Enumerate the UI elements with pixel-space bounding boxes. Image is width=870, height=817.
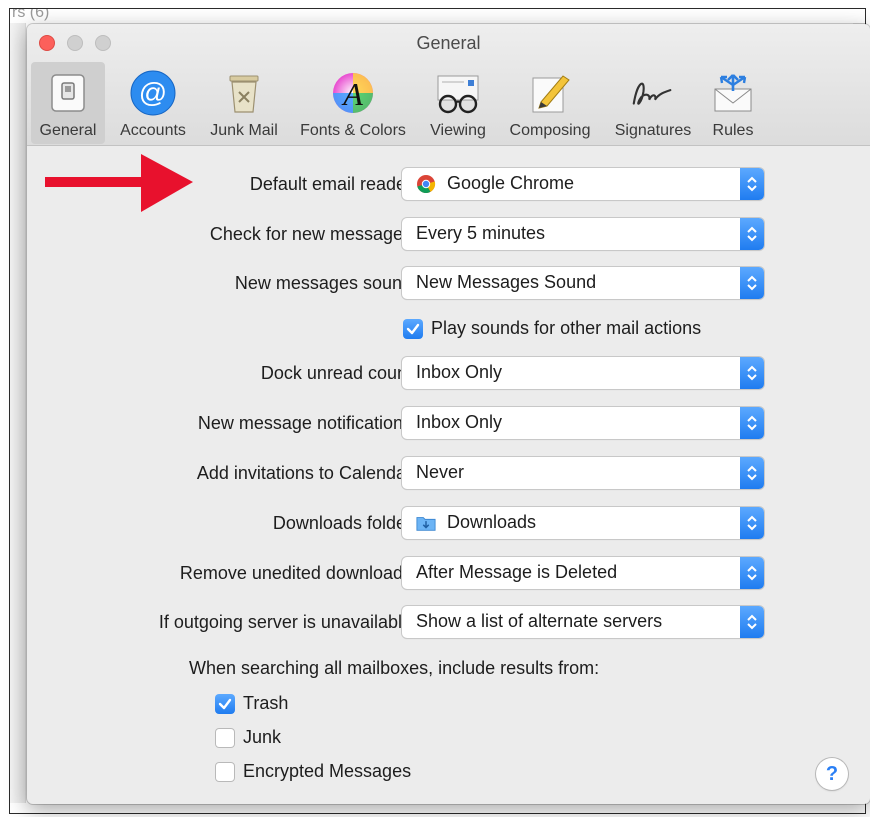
default-reader-value: Google Chrome: [447, 173, 575, 193]
search-junk-label[interactable]: Junk: [243, 727, 281, 748]
remove-downloads-popup[interactable]: After Message is Deleted: [402, 557, 764, 589]
up-down-chevron-icon: [747, 565, 757, 581]
invitations-value: Never: [416, 462, 465, 482]
notifications-stepper[interactable]: [740, 407, 764, 439]
search-trash-checkbox[interactable]: [215, 694, 235, 714]
signature-icon: [628, 68, 678, 118]
toolbar-rules-label: Rules: [712, 122, 754, 139]
trash-can-icon: [219, 68, 269, 118]
svg-text:A: A: [341, 76, 363, 112]
toolbar-general[interactable]: General: [31, 62, 105, 144]
toolbar-composing-label: Composing: [509, 122, 591, 139]
new-sound-stepper[interactable]: [740, 267, 764, 299]
chrome-icon: [417, 175, 436, 194]
new-sound-popup[interactable]: New Messages Sound: [402, 267, 764, 299]
invitations-label: Add invitations to Calendar:: [196, 463, 417, 483]
invitations-stepper[interactable]: [740, 457, 764, 489]
search-encrypted-label[interactable]: Encrypted Messages: [243, 761, 411, 782]
annotation-arrow-icon: [45, 154, 193, 212]
svg-text:@: @: [139, 77, 167, 108]
pencil-paper-icon: [525, 68, 575, 118]
new-sound-label: New messages sound:: [234, 273, 417, 293]
remove-downloads-stepper[interactable]: [740, 557, 764, 589]
up-down-chevron-icon: [747, 465, 757, 481]
checkmark-icon: [218, 698, 232, 710]
general-switch-icon: [43, 68, 93, 118]
downloads-folder-label: Downloads folder:: [272, 513, 417, 533]
toolbar-rules[interactable]: Rules: [707, 62, 759, 144]
default-reader-label: Default email reader:: [249, 174, 417, 194]
notifications-value: Inbox Only: [416, 412, 503, 432]
toolbar-composing[interactable]: Composing: [501, 62, 599, 144]
background-window-edge: [10, 23, 26, 803]
downloads-folder-popup[interactable]: Downloads: [402, 507, 764, 539]
toolbar-junk-mail-label: Junk Mail: [210, 122, 278, 139]
remove-downloads-label: Remove unedited downloads:: [179, 563, 417, 583]
downloads-folder-stepper[interactable]: [740, 507, 764, 539]
up-down-chevron-icon: [747, 515, 757, 531]
up-down-chevron-icon: [747, 226, 757, 242]
check-messages-popup[interactable]: Every 5 minutes: [402, 218, 764, 250]
check-messages-value: Every 5 minutes: [416, 223, 546, 243]
search-encrypted-checkbox[interactable]: [215, 762, 235, 782]
notifications-popup[interactable]: Inbox Only: [402, 407, 764, 439]
search-trash-label[interactable]: Trash: [243, 693, 288, 714]
up-down-chevron-icon: [747, 415, 757, 431]
preferences-window: General General @ Accounts Junk Mail A F…: [27, 24, 870, 804]
outgoing-server-value: Show a list of alternate servers: [416, 611, 663, 631]
dock-unread-popup[interactable]: Inbox Only: [402, 357, 764, 389]
toolbar-viewing-label: Viewing: [430, 122, 486, 139]
remove-downloads-value: After Message is Deleted: [416, 562, 618, 582]
toolbar-viewing[interactable]: Viewing: [423, 62, 493, 144]
new-sound-value: New Messages Sound: [416, 272, 597, 292]
window-title: General: [416, 33, 481, 53]
checkmark-icon: [406, 323, 420, 335]
up-down-chevron-icon: [747, 176, 757, 192]
downloads-folder-value: Downloads: [447, 512, 537, 532]
toolbar-signatures-label: Signatures: [614, 122, 692, 139]
up-down-chevron-icon: [747, 365, 757, 381]
play-sounds-label[interactable]: Play sounds for other mail actions: [431, 318, 701, 339]
rules-envelope-icon: [708, 68, 758, 118]
toolbar-junk-mail[interactable]: Junk Mail: [203, 62, 285, 144]
dock-unread-value: Inbox Only: [416, 362, 503, 382]
downloads-folder-icon: [416, 517, 436, 531]
dock-unread-stepper[interactable]: [740, 357, 764, 389]
toolbar-accounts-label: Accounts: [120, 122, 186, 139]
up-down-chevron-icon: [747, 614, 757, 630]
invitations-popup[interactable]: Never: [402, 457, 764, 489]
outgoing-server-stepper[interactable]: [740, 606, 764, 638]
outgoing-server-popup[interactable]: Show a list of alternate servers: [402, 606, 764, 638]
toolbar-general-label: General: [39, 122, 97, 139]
check-messages-stepper[interactable]: [740, 218, 764, 250]
check-messages-label: Check for new messages:: [209, 224, 417, 244]
toolbar-accounts[interactable]: @ Accounts: [113, 62, 193, 144]
glasses-icon: [433, 68, 483, 118]
at-sign-icon: @: [128, 68, 178, 118]
search-results-heading: When searching all mailboxes, include re…: [189, 658, 600, 678]
notifications-label: New message notifications:: [197, 413, 417, 433]
titlebar-toolbar: General General @ Accounts Junk Mail A F…: [27, 24, 870, 146]
toolbar-signatures[interactable]: Signatures: [605, 62, 701, 144]
up-down-chevron-icon: [747, 275, 757, 291]
background-window-title: rs (6): [12, 8, 50, 21]
default-reader-popup[interactable]: Google Chrome: [402, 168, 764, 200]
toolbar-fonts-colors[interactable]: A Fonts & Colors: [291, 62, 415, 144]
general-preferences-pane: Default email reader: Google Chrome Chec…: [27, 147, 870, 804]
default-reader-stepper[interactable]: [740, 168, 764, 200]
search-junk-checkbox[interactable]: [215, 728, 235, 748]
help-button[interactable]: ?: [816, 758, 848, 790]
dock-unread-label: Dock unread count:: [260, 363, 417, 383]
fonts-colors-icon: A: [328, 68, 378, 118]
play-sounds-checkbox[interactable]: [403, 319, 423, 339]
outgoing-server-label: If outgoing server is unavailable:: [158, 612, 417, 632]
toolbar-fonts-colors-label: Fonts & Colors: [300, 122, 406, 139]
